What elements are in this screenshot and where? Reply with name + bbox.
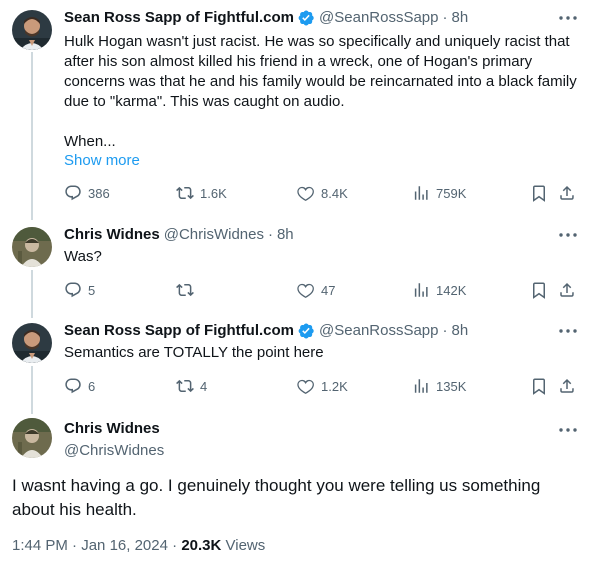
reply-count: 5 — [88, 282, 96, 298]
more-icon[interactable] — [558, 10, 578, 26]
separator-dot: · — [172, 537, 178, 554]
repost-count: 1.6K — [200, 185, 227, 201]
tweet-time[interactable]: 8h — [452, 321, 469, 341]
views-button[interactable]: 759K — [412, 183, 466, 203]
tweet-actions: 6 4 1.2K 135K — [64, 376, 580, 396]
tweet-meta: 1:44 PM · Jan 16, 2024 · 20.3K Views — [12, 536, 265, 556]
tweet-timestamp[interactable]: 1:44 PM — [12, 537, 68, 554]
main-tweet-header: Chris Widnes @ChrisWidnes — [64, 419, 164, 461]
reply-count: 386 — [88, 185, 110, 201]
repost-button[interactable] — [176, 280, 200, 300]
like-icon — [297, 281, 315, 299]
separator-dot: · — [72, 537, 78, 554]
author-handle[interactable]: @ChrisWidnes — [64, 441, 164, 461]
avatar[interactable] — [12, 323, 52, 363]
tweet-time[interactable]: 8h — [452, 8, 469, 28]
more-icon[interactable] — [558, 227, 578, 243]
thread-line — [31, 52, 33, 220]
author-name[interactable]: Sean Ross Sapp of Fightful.com — [64, 321, 294, 341]
bookmark-button[interactable] — [530, 280, 548, 300]
views-icon — [412, 184, 430, 202]
share-button[interactable] — [558, 376, 576, 396]
avatar[interactable] — [12, 227, 52, 267]
separator-dot: · — [267, 226, 273, 243]
repost-icon — [176, 377, 194, 395]
reply-icon — [64, 377, 82, 395]
reply-button[interactable]: 5 — [64, 280, 95, 300]
views-total: 20.3K — [181, 537, 222, 554]
share-button[interactable] — [558, 280, 576, 300]
like-icon — [297, 184, 315, 202]
reply-count: 6 — [88, 378, 96, 394]
bookmark-icon — [530, 281, 548, 299]
verified-badge-icon — [297, 322, 315, 340]
like-icon — [297, 377, 315, 395]
separator-dot: · — [442, 9, 448, 26]
reply-icon — [64, 281, 82, 299]
thread-line — [31, 270, 33, 318]
tweet-text: Was? — [64, 248, 102, 265]
author-handle[interactable]: @SeanRossSapp — [319, 321, 438, 341]
tweet-text: Semantics are TOTALLY the point here — [64, 344, 324, 361]
tweet-text-continued: When... — [64, 133, 116, 150]
tweet-time[interactable]: 8h — [277, 225, 294, 245]
views-count: 142K — [436, 282, 467, 298]
views-button[interactable]: 135K — [412, 376, 466, 396]
avatar[interactable] — [12, 10, 52, 50]
share-icon — [558, 281, 576, 299]
author-handle[interactable]: @SeanRossSapp — [319, 8, 438, 28]
views-count: 759K — [436, 185, 467, 201]
views-label: Views — [225, 537, 266, 554]
reply-icon — [64, 184, 82, 202]
main-tweet-text: I wasnt having a go. I genuinely thought… — [12, 476, 541, 519]
tweet-header: Chris Widnes @ChrisWidnes · 8h — [64, 225, 294, 245]
share-icon — [558, 184, 576, 202]
reply-button[interactable]: 6 — [64, 376, 95, 396]
verified-badge-icon — [297, 9, 315, 27]
views-icon — [412, 281, 430, 299]
share-button[interactable] — [558, 183, 576, 203]
repost-count: 4 — [200, 378, 208, 394]
repost-button[interactable]: 1.6K — [176, 183, 227, 203]
tweet-text: Hulk Hogan wasn't just racist. He was so… — [64, 33, 577, 110]
like-button[interactable]: 8.4K — [297, 183, 348, 203]
author-name[interactable]: Chris Widnes — [64, 225, 160, 245]
bookmark-icon — [530, 184, 548, 202]
tweet-header: Sean Ross Sapp of Fightful.com @SeanRoss… — [64, 8, 468, 28]
bookmark-button[interactable] — [530, 183, 548, 203]
author-handle[interactable]: @ChrisWidnes — [164, 225, 264, 245]
thread-line — [31, 366, 33, 414]
views-icon — [412, 377, 430, 395]
like-count: 8.4K — [321, 185, 348, 201]
views-button[interactable]: 142K — [412, 280, 466, 300]
like-button[interactable]: 1.2K — [297, 376, 348, 396]
author-name[interactable]: Sean Ross Sapp of Fightful.com — [64, 8, 294, 28]
show-more-link[interactable]: Show more — [64, 151, 140, 171]
tweet-actions: 5 47 142K — [64, 280, 580, 300]
bookmark-button[interactable] — [530, 376, 548, 396]
bookmark-icon — [530, 377, 548, 395]
repost-button[interactable]: 4 — [176, 376, 207, 396]
views-count: 135K — [436, 378, 467, 394]
like-button[interactable]: 47 — [297, 280, 335, 300]
tweet-actions: 386 1.6K 8.4K 759K — [64, 183, 580, 203]
tweet-header: Sean Ross Sapp of Fightful.com @SeanRoss… — [64, 321, 468, 341]
separator-dot: · — [442, 322, 448, 339]
share-icon — [558, 377, 576, 395]
repost-icon — [176, 281, 194, 299]
tweet-date[interactable]: Jan 16, 2024 — [81, 537, 168, 554]
like-count: 1.2K — [321, 378, 348, 394]
author-name[interactable]: Chris Widnes — [64, 419, 164, 439]
avatar[interactable] — [12, 418, 52, 458]
more-icon[interactable] — [558, 323, 578, 339]
repost-icon — [176, 184, 194, 202]
reply-button[interactable]: 386 — [64, 183, 110, 203]
like-count: 47 — [321, 282, 336, 298]
more-icon[interactable] — [558, 422, 578, 438]
